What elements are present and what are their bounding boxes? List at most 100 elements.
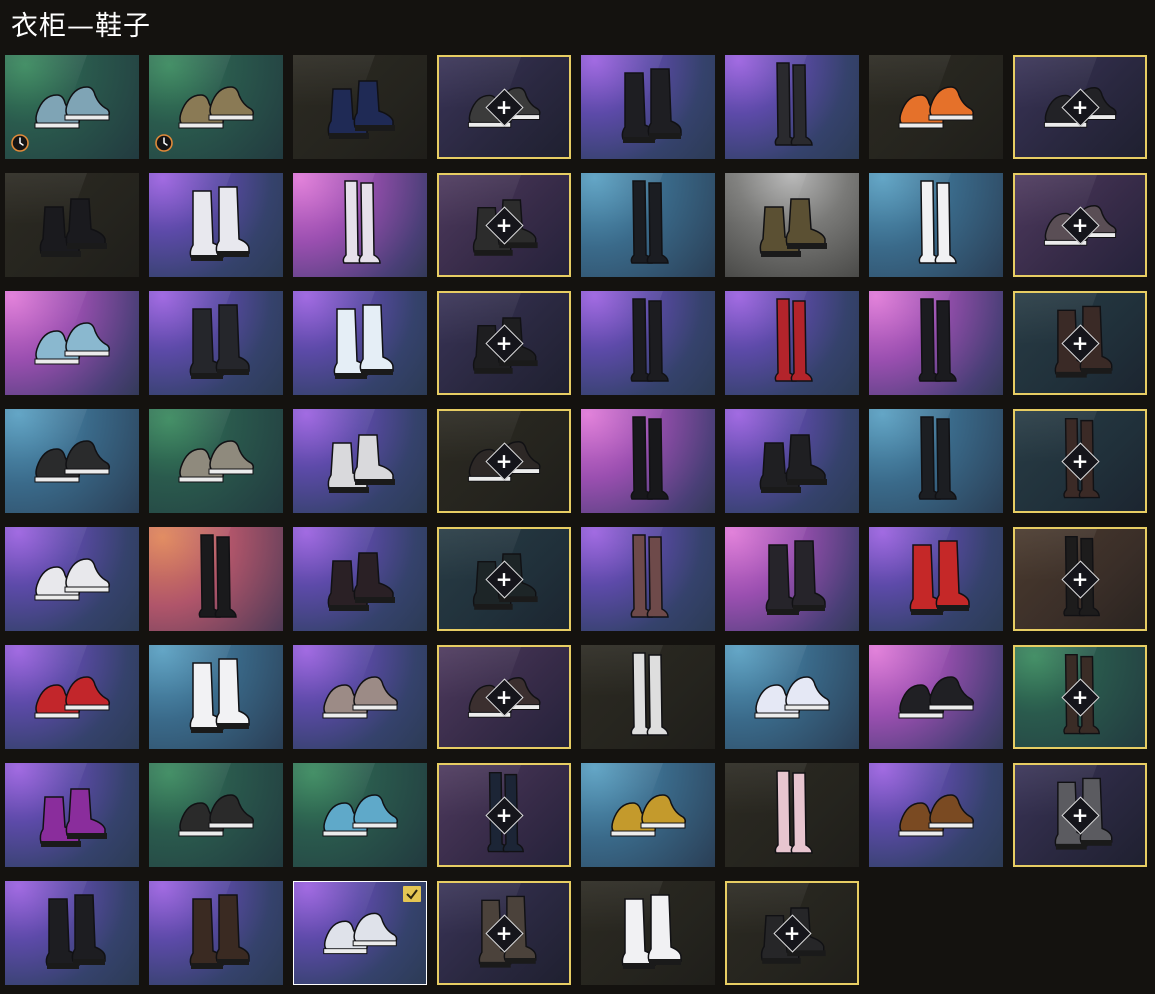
wardrobe-item-dark-wrapped-boots-locked[interactable]: + (1013, 527, 1147, 631)
wardrobe-item-black-bodysuit-boots[interactable] (725, 55, 859, 159)
plus-icon: + (495, 331, 513, 355)
shoe-illustration (621, 68, 682, 143)
wardrobe-item-brown-black-boots[interactable] (149, 881, 283, 985)
wardrobe-item-dark-sandals-locked-2[interactable]: + (437, 645, 571, 749)
shoe-illustration (342, 180, 381, 264)
wardrobe-item-pink-floral-stockings[interactable] (725, 763, 859, 867)
wardrobe-item-black-boots-locked[interactable]: + (437, 291, 571, 395)
shoe-illustration (333, 304, 394, 379)
wardrobe-item-white-stockings[interactable] (869, 173, 1003, 277)
plus-icon: + (495, 449, 513, 473)
shoe-illustration (630, 298, 669, 382)
wardrobe-item-brown-paw-feet[interactable] (869, 763, 1003, 867)
wardrobe-item-white-thigh-stockings[interactable] (581, 645, 715, 749)
wardrobe-item-heart-cowboy-boots[interactable] (5, 881, 139, 985)
plus-icon: + (1071, 331, 1089, 355)
clock-icon (155, 134, 173, 152)
wardrobe-item-grey-slippers-locked[interactable]: + (1013, 173, 1147, 277)
wardrobe-item-yellow-dress-shoes[interactable] (581, 763, 715, 867)
shoe-illustration (34, 558, 111, 601)
wardrobe-item-white-low-sneakers[interactable] (5, 527, 139, 631)
wardrobe-item-starry-rain-boots[interactable] (293, 55, 427, 159)
shoe-illustration (774, 770, 813, 854)
shoe-illustration (909, 540, 970, 615)
wardrobe-item-black-strap-sandals[interactable] (869, 645, 1003, 749)
shoe-illustration (189, 304, 250, 379)
wardrobe-item-blue-tall-boots-locked[interactable]: + (437, 763, 571, 867)
shoe-illustration (774, 62, 813, 146)
plus-icon: + (1071, 567, 1089, 591)
wardrobe-item-black-red-hightops[interactable] (725, 409, 859, 513)
wardrobe-item-white-ballet-boots[interactable] (293, 173, 427, 277)
wardrobe-item-black-fur-boots[interactable] (149, 291, 283, 395)
wardrobe-item-yellow-black-sneakers[interactable] (5, 409, 139, 513)
shoe-illustration (189, 658, 250, 733)
shoe-illustration (918, 298, 957, 382)
wardrobe-item-black-combat-boots[interactable] (5, 173, 139, 277)
wardrobe-item-black-over-knee-boots[interactable] (581, 409, 715, 513)
wardrobe-item-ducati-racing-boots[interactable] (869, 527, 1003, 631)
wardrobe-item-black-shoes-locked[interactable]: + (1013, 55, 1147, 159)
wardrobe-item-fur-lined-boots-locked[interactable]: + (437, 881, 571, 985)
wardrobe-item-black-heel-thigh-boots[interactable] (869, 291, 1003, 395)
wardrobe-item-shark-slippers[interactable] (5, 291, 139, 395)
shoe-illustration (39, 788, 107, 847)
shoe-illustration (322, 794, 399, 837)
wardrobe-item-purple-ankle-boots[interactable] (5, 763, 139, 867)
wardrobe-item-red-high-top-sneakers[interactable] (5, 645, 139, 749)
wardrobe-item-white-blue-sneakers[interactable] (725, 645, 859, 749)
clock-icon (11, 134, 29, 152)
plus-icon: + (783, 921, 801, 945)
shoe-illustration (327, 434, 395, 493)
plus-icon: + (495, 567, 513, 591)
wardrobe-item-grey-tall-socks-locked[interactable]: + (1013, 763, 1147, 867)
shoe-illustration (621, 894, 682, 969)
shoe-illustration (759, 198, 827, 257)
wardrobe-item-bunny-sneakers[interactable] (293, 645, 427, 749)
wardrobe-item-grey-slip-ons[interactable] (149, 409, 283, 513)
wardrobe-item-white-red-boots[interactable] (149, 173, 283, 277)
plus-icon: + (1071, 95, 1089, 119)
wardrobe-item-blue-high-top-sneakers[interactable] (5, 55, 139, 159)
wardrobe-item-winged-sneakers[interactable] (293, 881, 427, 985)
wardrobe-item-black-tactical-pants[interactable] (869, 409, 1003, 513)
wardrobe-item-white-fur-boots[interactable] (293, 291, 427, 395)
shoe-illustration (918, 416, 957, 500)
shoe-illustration (45, 894, 106, 969)
wardrobe-item-black-pink-lace-boots[interactable] (293, 527, 427, 631)
wardrobe-item-white-bow-socks[interactable] (149, 645, 283, 749)
shoe-illustration (322, 676, 399, 719)
plus-icon: + (495, 213, 513, 237)
shoe-illustration (39, 198, 107, 257)
wardrobe-item-red-racing-leggings[interactable] (725, 291, 859, 395)
wardrobe-item-brown-military-boots[interactable] (725, 173, 859, 277)
wardrobe-item-black-thigh-boots[interactable] (581, 291, 715, 395)
shoe-illustration (178, 440, 255, 483)
wardrobe-item-black-tall-boots[interactable] (581, 55, 715, 159)
shoe-illustration (898, 676, 975, 719)
wardrobe-item-white-platform-boots[interactable] (293, 409, 427, 513)
wardrobe-item-blue-claw-feet[interactable] (293, 763, 427, 867)
wardrobe-item-rust-pants-locked[interactable]: + (1013, 409, 1147, 513)
plus-icon: + (495, 95, 513, 119)
wardrobe-item-brown-pink-stockings[interactable] (581, 527, 715, 631)
wardrobe-item-brown-armor-boots-locked[interactable]: + (1013, 291, 1147, 395)
wardrobe-item-brown-pants-locked[interactable]: + (1013, 645, 1147, 749)
wardrobe-item-pink-strap-boots[interactable] (725, 527, 859, 631)
shoe-illustration (327, 80, 395, 139)
shoe-illustration (630, 180, 669, 264)
wardrobe-item-camo-sneakers[interactable] (149, 55, 283, 159)
wardrobe-item-black-leggings-boots[interactable] (581, 173, 715, 277)
wardrobe-item-black-grey-socks[interactable] (149, 763, 283, 867)
wardrobe-item-black-thigh-high-heels[interactable] (149, 527, 283, 631)
plus-icon: + (495, 803, 513, 827)
wardrobe-item-orange-white-sneakers[interactable] (869, 55, 1003, 159)
wardrobe-item-teal-sole-boots-locked[interactable]: + (437, 527, 571, 631)
wardrobe-item-dark-sandals-locked[interactable]: + (437, 55, 571, 159)
shoe-illustration (898, 794, 975, 837)
shoe-illustration (610, 794, 687, 837)
wardrobe-item-dark-loafers-locked[interactable]: + (437, 409, 571, 513)
wardrobe-item-black-boots-locked-2[interactable]: + (725, 881, 859, 985)
wardrobe-item-white-red-sandals[interactable] (581, 881, 715, 985)
wardrobe-item-black-gaiter-boots-locked[interactable]: + (437, 173, 571, 277)
